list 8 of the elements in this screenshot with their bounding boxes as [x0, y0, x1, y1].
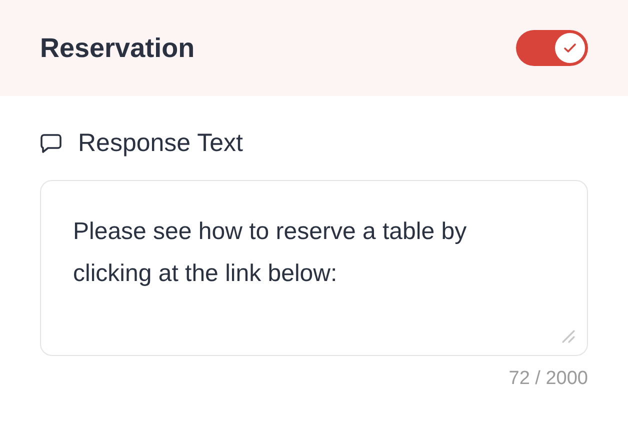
toggle-switch[interactable]: [516, 30, 588, 66]
section-title: Reservation: [40, 32, 195, 64]
resize-grip-icon[interactable]: [560, 328, 576, 344]
speech-bubble-icon: [40, 133, 62, 153]
character-counter: 72 / 2000: [508, 368, 588, 390]
field-label: Response Text: [78, 128, 243, 158]
response-text-field[interactable]: Please see how to reserve a table by clicking at the link below:: [40, 180, 588, 356]
check-icon: [563, 41, 577, 55]
